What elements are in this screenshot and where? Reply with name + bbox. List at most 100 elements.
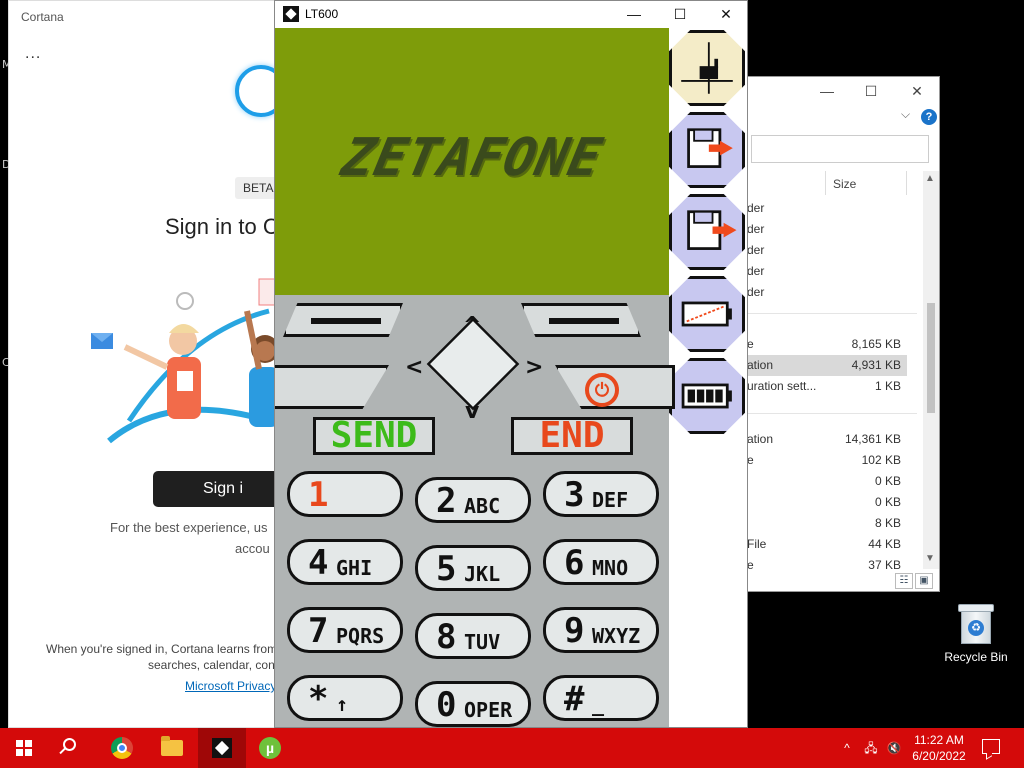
left-softkey[interactable] (283, 303, 403, 337)
signin-button[interactable]: Sign i (153, 471, 275, 507)
large-icons-view-icon[interactable]: ▣ (915, 573, 933, 589)
key-letters: TUV (464, 630, 501, 654)
divider (747, 313, 917, 314)
end-button[interactable]: END (511, 417, 633, 455)
list-item[interactable]: ation 4,931 KB (747, 355, 907, 376)
minimize-button[interactable]: — (619, 4, 649, 24)
dpad[interactable]: ^ v < > (403, 313, 543, 429)
list-item[interactable]: e 8,165 KB (747, 334, 907, 355)
key-9[interactable]: 9 WXYZ (543, 607, 659, 653)
key-digit: 8 (436, 617, 457, 657)
start-button[interactable] (0, 728, 48, 768)
list-item[interactable]: e 102 KB (747, 450, 907, 471)
list-item[interactable]: e 37 KB (747, 555, 907, 576)
notification-icon[interactable] (982, 739, 1000, 754)
key-4[interactable]: 4 GHI (287, 539, 403, 585)
clock[interactable]: 11:22 AM 6/20/2022 (904, 732, 974, 764)
lt600-app-icon (212, 738, 232, 758)
key-0[interactable]: 0 OPER (415, 681, 531, 727)
network-icon[interactable]: 🖧 (860, 728, 882, 768)
taskbar-search-button[interactable] (48, 728, 96, 768)
list-item[interactable]: 0 KB (747, 492, 907, 513)
item-size: 8,165 KB (851, 337, 901, 351)
list-item[interactable]: 0 KB (747, 471, 907, 492)
key-8[interactable]: 8 TUV (415, 613, 531, 659)
dpad-right-icon[interactable]: > (525, 355, 543, 380)
key-digit: 2 (436, 481, 457, 521)
search-input[interactable] (751, 135, 929, 163)
windows-logo-icon (16, 740, 32, 756)
key-letters: GHI (336, 556, 373, 580)
item-name: ation (747, 358, 774, 372)
tray-overflow-icon[interactable]: ^ (838, 728, 856, 768)
list-item[interactable]: der (747, 282, 907, 303)
recycle-bin[interactable]: ♻ Recycle Bin (940, 600, 1012, 664)
beta-badge: BETA (235, 177, 275, 199)
more-options-icon[interactable]: ... (25, 45, 41, 63)
key-1[interactable]: 1 (287, 471, 403, 517)
dpad-down-icon[interactable]: v (465, 399, 479, 424)
list-item[interactable]: 8 KB (747, 513, 907, 534)
close-button[interactable]: ✕ (907, 81, 927, 101)
divider (747, 413, 917, 414)
help-icon[interactable]: ? (921, 109, 937, 125)
scroll-down-icon[interactable]: ▼ (925, 553, 935, 564)
list-item[interactable]: der (747, 240, 907, 261)
left-side-key[interactable] (275, 365, 389, 409)
battery-off-icon[interactable] (669, 276, 745, 352)
taskbar-chrome[interactable] (98, 728, 146, 768)
power-icon[interactable]: ⏻ (585, 373, 619, 407)
clock-time: 11:22 AM (914, 733, 964, 747)
volume-muted-icon[interactable]: 🔇 (884, 728, 904, 768)
column-divider[interactable] (906, 171, 907, 195)
chevron-down-icon[interactable]: ⌵ (901, 107, 910, 122)
signin-illustration (91, 278, 275, 444)
key-digit: 6 (564, 543, 585, 583)
save-state-icon[interactable] (669, 112, 745, 188)
scrollbar-thumb[interactable] (927, 303, 935, 413)
send-button[interactable]: SEND (313, 417, 435, 455)
key-hash[interactable]: # _ (543, 675, 659, 721)
taskbar-lt600[interactable] (198, 728, 246, 768)
close-button[interactable]: ✕ (711, 4, 741, 24)
list-item[interactable]: der (747, 198, 907, 219)
phone-screen: ZETAFONE (275, 28, 669, 295)
list-item[interactable]: der (747, 219, 907, 240)
dpad-up-icon[interactable]: ^ (463, 313, 481, 338)
brand-logo: ZETAFONE (336, 128, 608, 188)
key-7[interactable]: 7 PQRS (287, 607, 403, 653)
item-name: der (747, 222, 765, 236)
column-divider[interactable] (825, 171, 826, 195)
minimize-button[interactable]: — (817, 81, 837, 101)
list-item[interactable]: File 44 KB (747, 534, 907, 555)
maximize-button[interactable]: ☐ (861, 81, 881, 101)
key-star[interactable]: * ↑ (287, 675, 403, 721)
battery-full-icon[interactable] (669, 358, 745, 434)
taskbar-utorrent[interactable]: µ (246, 728, 294, 768)
scroll-up-icon[interactable]: ▲ (925, 173, 935, 184)
list-item[interactable]: ation 14,361 KB (747, 429, 907, 450)
maximize-button[interactable]: ☐ (665, 4, 695, 24)
list-item[interactable]: der (747, 261, 907, 282)
details-view-icon[interactable]: ☷ (895, 573, 913, 589)
key-digit: # (564, 679, 585, 719)
load-state-icon[interactable] (669, 194, 745, 270)
plug-icon[interactable] (669, 30, 745, 106)
key-5[interactable]: 5 JKL (415, 545, 531, 591)
key-digit: * (308, 679, 329, 719)
key-2[interactable]: 2 ABC (415, 477, 531, 523)
vertical-scrollbar[interactable]: ▲ ▼ (923, 171, 939, 569)
key-digit: 0 (436, 685, 457, 725)
key-digit: 9 (564, 611, 585, 651)
taskbar-file-explorer[interactable] (148, 728, 196, 768)
cortana-ring-icon (235, 65, 275, 117)
key-3[interactable]: 3 DEF (543, 471, 659, 517)
column-header-size[interactable]: Size (833, 177, 856, 191)
list-item[interactable]: uration sett... 1 KB (747, 376, 907, 397)
title-bar[interactable]: LT600 — ☐ ✕ (275, 1, 747, 28)
key-6[interactable]: 6 MNO (543, 539, 659, 585)
dpad-left-icon[interactable]: < (405, 355, 423, 380)
privacy-link[interactable]: Microsoft Privacy (185, 679, 275, 693)
key-digit: 5 (436, 549, 457, 589)
item-name: uration sett... (747, 379, 817, 393)
